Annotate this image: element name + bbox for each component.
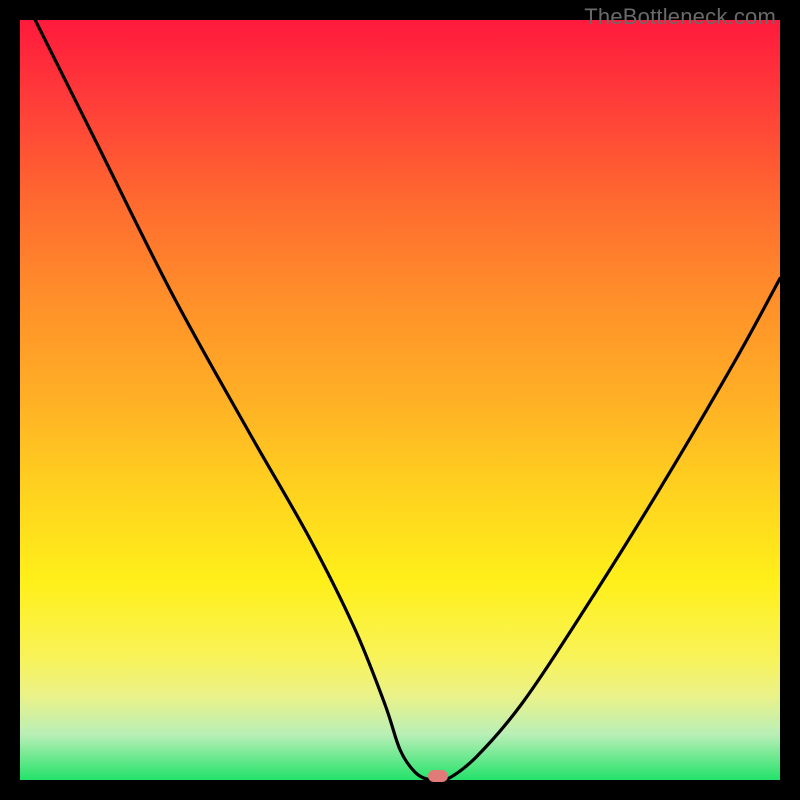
watermark-text: TheBottleneck.com: [584, 4, 776, 30]
chart-curve: [20, 20, 780, 780]
optimal-point-marker: [428, 770, 448, 782]
